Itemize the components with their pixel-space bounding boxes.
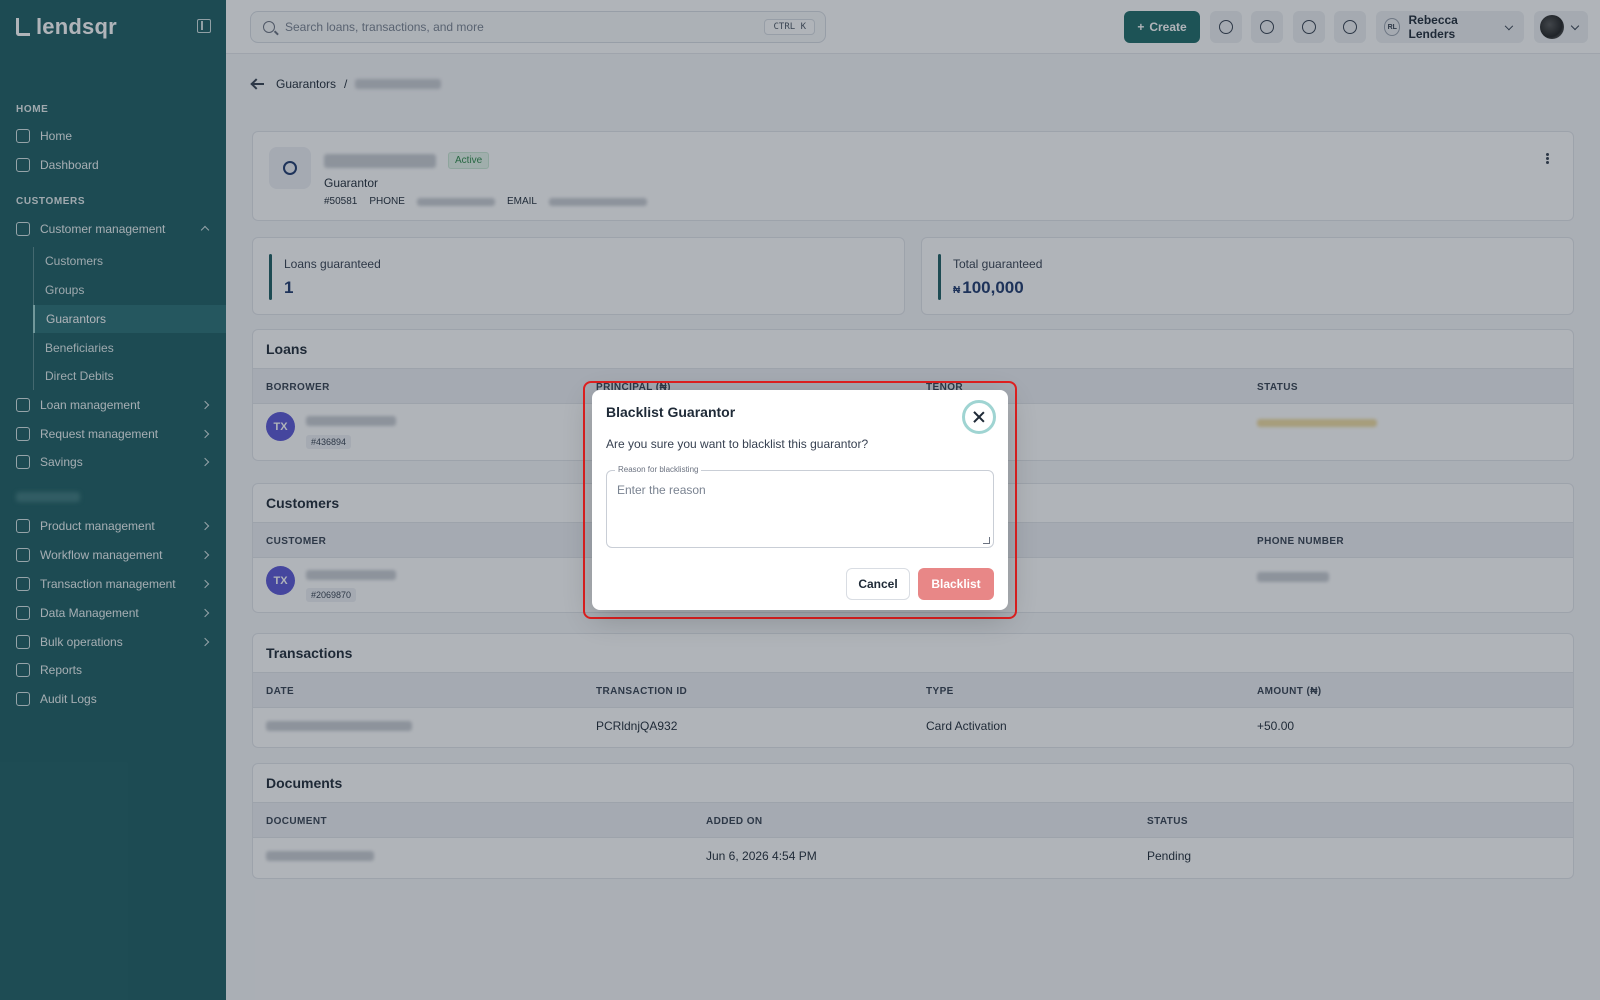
blacklist-button[interactable]: Blacklist: [918, 568, 994, 600]
reason-input[interactable]: [617, 483, 977, 535]
close-button[interactable]: [962, 400, 996, 434]
cancel-button[interactable]: Cancel: [846, 568, 910, 600]
modal-question: Are you sure you want to blacklist this …: [606, 437, 869, 451]
close-icon: [973, 411, 985, 423]
blacklist-guarantor-dialog: Blacklist Guarantor Are you sure you wan…: [592, 390, 1008, 610]
reason-label: Reason for blacklisting: [615, 465, 702, 474]
modal-title: Blacklist Guarantor: [606, 404, 736, 420]
reason-field: Reason for blacklisting: [606, 465, 994, 548]
resize-handle-icon[interactable]: [983, 537, 990, 544]
